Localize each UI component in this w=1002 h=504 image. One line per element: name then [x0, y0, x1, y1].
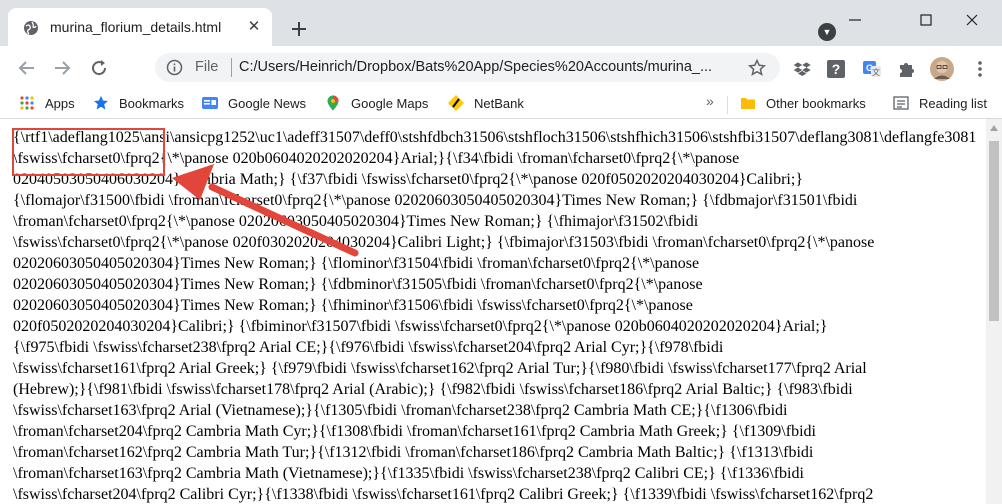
maximize-icon[interactable]	[916, 10, 936, 30]
tab-title: murina_florium_details.html	[50, 19, 222, 35]
address-bar[interactable]: File C:/Users/Heinrich/Dropbox/Bats%20Ap…	[155, 53, 780, 82]
url-scheme-label: File	[195, 59, 219, 75]
rtf-text-line: 02020603050405020304}Times New Roman;} {…	[13, 297, 693, 314]
bookmarks-bar: Apps Bookmarks Google News Google Maps N…	[0, 90, 1002, 119]
rtf-text-line: 02020603050405020304}Times New Roman;} {…	[13, 276, 703, 293]
globe-icon	[24, 21, 38, 35]
rtf-text-line: \fswiss\fcharset163\fprq2 Arial (Vietnam…	[13, 402, 788, 419]
translate-icon[interactable]: G 文	[862, 59, 882, 79]
minimize-icon[interactable]	[845, 10, 865, 30]
page-content: {\rtf1\adeflang1025\ansi\ansicpg1252\uc1…	[0, 119, 986, 504]
bookmark-netbank[interactable]: NetBank	[448, 95, 538, 113]
folder-icon	[741, 98, 755, 109]
bookmark-google-maps[interactable]: Google Maps	[325, 95, 435, 113]
bookmark-bookmarks[interactable]: Bookmarks	[93, 95, 193, 113]
rtf-text-line: (Hebrew);}{\f981\fbidi \fswiss\fcharset1…	[13, 381, 853, 398]
rtf-text-line: \froman\fcharset162\fprq2 Cambria Math T…	[13, 444, 814, 461]
bookmark-label: Other bookmarks	[766, 96, 866, 111]
bookmark-label: Bookmarks	[119, 96, 185, 111]
reading-list-icon	[893, 96, 909, 110]
dropbox-icon[interactable]	[792, 59, 812, 79]
bookmarks-divider	[727, 96, 728, 114]
browser-tab[interactable]: murina_florium_details.html ✕	[8, 8, 272, 46]
url-text[interactable]: C:/Users/Heinrich/Dropbox/Bats%20App/Spe…	[239, 59, 744, 75]
forward-arrow-icon[interactable]	[53, 59, 71, 77]
svg-text:文: 文	[872, 67, 880, 77]
back-arrow-icon[interactable]	[18, 59, 36, 77]
info-icon[interactable]	[166, 59, 183, 76]
bookmark-other-bookmarks[interactable]: Other bookmarks	[740, 95, 875, 113]
star-icon	[94, 95, 108, 110]
menu-kebab-icon[interactable]	[970, 59, 990, 79]
rtf-text-line: \fswiss\fcharset0\fprq2{\*\panose 020f03…	[13, 234, 875, 251]
bookmark-label: Apps	[45, 96, 75, 111]
reading-list-button[interactable]: Reading list	[893, 95, 998, 113]
google-maps-icon	[327, 95, 339, 111]
rtf-text-line: 02020603050405020304}Times New Roman;} {…	[13, 255, 700, 272]
rtf-text-line: \froman\fcharset163\fprq2 Cambria Math (…	[13, 465, 804, 482]
bookmark-label: Google News	[228, 96, 307, 111]
browser-titlebar: murina_florium_details.html ✕ ▼	[0, 0, 1002, 46]
svg-text:?: ?	[832, 61, 841, 77]
bookmarks-overflow-chevron[interactable]: »	[706, 93, 714, 109]
rtf-text-line: {\flomajor\f31500\fbidi \froman\fcharset…	[13, 192, 858, 209]
vertical-scrollbar[interactable]	[986, 119, 1002, 504]
bookmark-star-icon[interactable]	[748, 59, 766, 77]
rtf-text-line: \froman\fcharset204\fprq2 Cambria Math C…	[13, 423, 816, 440]
google-news-icon	[202, 97, 218, 109]
extensions-puzzle-icon[interactable]	[897, 59, 917, 79]
scrollbar-thumb[interactable]	[989, 141, 999, 321]
reload-icon[interactable]	[90, 59, 108, 77]
bookmark-google-news[interactable]: Google News	[202, 95, 312, 113]
bookmark-label: NetBank	[474, 96, 524, 111]
rtf-text-line: 020f0502020204030204}Calibri;} {\fbimino…	[13, 318, 828, 335]
bookmark-label: Google Maps	[351, 96, 429, 111]
bookmark-apps[interactable]: Apps	[19, 95, 79, 113]
tab-search-dropdown-icon[interactable]: ▼	[818, 23, 836, 41]
browser-toolbar: File C:/Users/Heinrich/Dropbox/Bats%20Ap…	[0, 46, 1002, 90]
tab-close-icon[interactable]: ✕	[244, 17, 264, 37]
address-divider	[231, 58, 232, 77]
scroll-up-arrow-icon[interactable]	[990, 125, 998, 131]
help-icon[interactable]: ?	[826, 59, 846, 79]
netbank-icon	[448, 95, 464, 111]
apps-grid-icon	[20, 96, 34, 110]
rtf-text-line: {\f975\fbidi \fswiss\fcharset238\fprq2 A…	[13, 339, 724, 356]
window-close-icon[interactable]	[962, 10, 982, 30]
new-tab-plus-icon[interactable]	[289, 19, 309, 39]
rtf-text-line: \fswiss\fcharset204\fprq2 Calibri Cyr;}{…	[13, 486, 874, 503]
rtf-text-line: \froman\fcharset0\fprq2{\*\panose 020206…	[13, 213, 699, 230]
highlight-box	[12, 128, 165, 176]
profile-avatar[interactable]	[930, 57, 954, 81]
bookmark-label: Reading list	[919, 96, 987, 111]
rtf-text-line: \fswiss\fcharset161\fprq2 Arial Greek;} …	[13, 360, 867, 377]
